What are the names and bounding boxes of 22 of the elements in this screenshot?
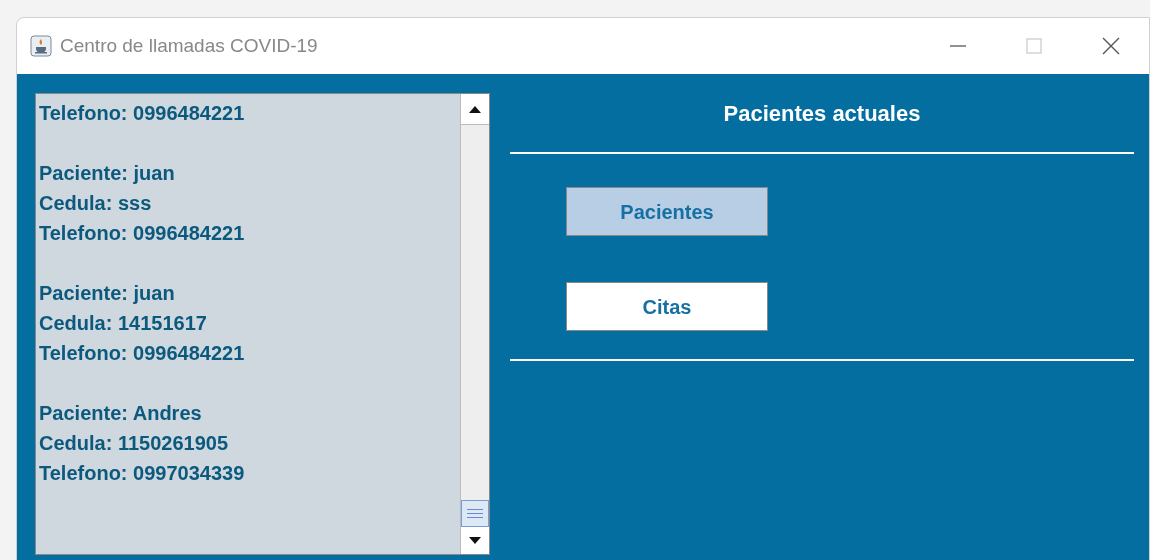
patient-line: Paciente: juan: [39, 281, 176, 306]
patient-line: Cedula: 14151617: [39, 311, 208, 336]
patient-line: Cedula: 1150261905: [39, 431, 230, 456]
patient-line: Telefono: 0996484221: [39, 101, 246, 126]
patient-line: Telefono: 0996484221: [39, 341, 246, 366]
close-icon[interactable]: [1101, 36, 1121, 56]
window-title: Centro de llamadas COVID-19: [60, 33, 318, 58]
patient-line: Paciente: juan: [39, 161, 176, 186]
patient-line: Cedula: sss: [39, 191, 153, 216]
scroll-down-button[interactable]: [461, 527, 489, 554]
panel-title: Pacientes actuales: [723, 99, 921, 128]
scroll-thumb[interactable]: [461, 500, 489, 527]
down-arrow-icon: [469, 537, 481, 544]
patient-line: Telefono: 0997034339: [39, 461, 246, 486]
cup-icon: [30, 35, 52, 57]
nav-button[interactable]: Citas: [566, 282, 768, 331]
scroll-up-button[interactable]: [461, 94, 489, 125]
scrollbar[interactable]: [460, 94, 489, 554]
patient-line: Telefono: 0996484221: [39, 221, 246, 246]
patient-line: Paciente: Andres: [39, 401, 203, 426]
up-arrow-icon: [469, 105, 481, 113]
nav-button[interactable]: Pacientes: [566, 187, 768, 236]
